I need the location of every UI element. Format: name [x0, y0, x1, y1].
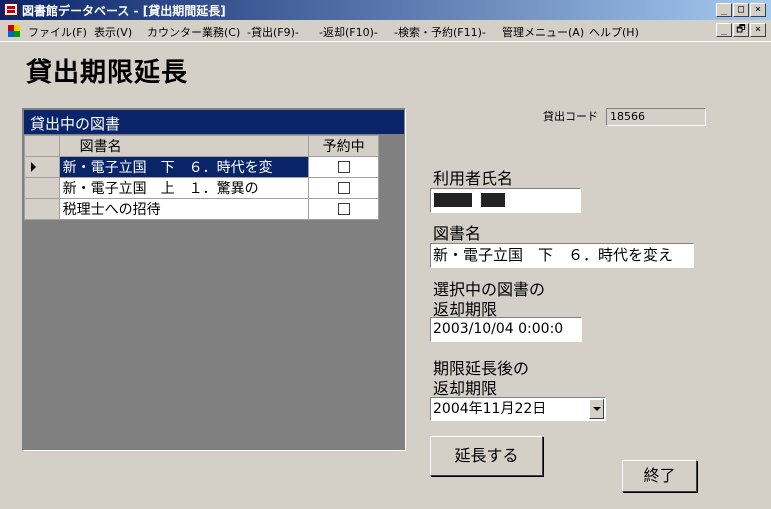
- dropdown-arrow-icon[interactable]: [589, 399, 604, 419]
- extend-button[interactable]: 延長する: [430, 436, 543, 476]
- menu-file[interactable]: ファイル(F): [28, 24, 87, 40]
- reserved-checkbox[interactable]: [337, 161, 350, 173]
- book-title-label: 図書名: [433, 224, 482, 243]
- table-row[interactable]: 新・電子立国 下 ６．時代を変: [24, 156, 379, 178]
- loans-header: 貸出中の図書: [24, 110, 404, 134]
- menu-counter[interactable]: カウンター業務(C): [147, 24, 240, 40]
- form-icon: [8, 25, 20, 37]
- minimize-button[interactable]: _: [716, 3, 732, 17]
- loans-grid: 図書名 予約中 新・電子立国 下 ６．時代を変 新・電子立国 上 １．驚異の 税…: [24, 135, 379, 220]
- new-due-date-combo[interactable]: 2004年11月22日: [430, 397, 606, 421]
- menu-help[interactable]: ヘルプ(H): [589, 24, 639, 40]
- row-selector[interactable]: [24, 156, 60, 178]
- table-row[interactable]: 税理士への招待: [24, 198, 379, 220]
- menu-bar: ファイル(F) 表示(V) カウンター業務(C) -貸出(F9)- -返却(F1…: [0, 21, 771, 42]
- loans-header-label: 貸出中の図書: [30, 115, 121, 133]
- app-icon: [4, 3, 18, 16]
- reserved-checkbox[interactable]: [337, 203, 350, 215]
- page-title: 貸出期限延長: [26, 58, 189, 88]
- row-selector[interactable]: [24, 177, 60, 199]
- menu-admin[interactable]: 管理メニュー(A): [502, 24, 584, 40]
- menu-lend[interactable]: -貸出(F9)-: [247, 24, 299, 40]
- window-title: 図書館データベース - [貸出期間延長]: [22, 4, 226, 18]
- close-button[interactable]: 終了: [622, 460, 697, 492]
- menu-view[interactable]: 表示(V): [94, 24, 132, 40]
- grid-corner: [24, 135, 60, 157]
- grid-header-row: 図書名 予約中: [24, 135, 379, 157]
- current-row-icon: [31, 162, 36, 172]
- new-due-date-value: 2004年11月22日: [433, 401, 547, 417]
- menu-return[interactable]: -返却(F10)-: [319, 24, 378, 40]
- redacted-name: [434, 193, 472, 207]
- redacted-name: [481, 193, 505, 207]
- row-selector[interactable]: [24, 198, 60, 220]
- menu-search-reserve[interactable]: -検索・予約(F11)-: [394, 24, 486, 40]
- doc-restore-button[interactable]: 🗗: [733, 23, 749, 37]
- row-title[interactable]: 新・電子立国 上 １．驚異の: [58, 177, 310, 199]
- column-header-title[interactable]: 図書名: [58, 135, 310, 157]
- book-title-field[interactable]: 新・電子立国 下 ６．時代を変え: [430, 243, 694, 268]
- loan-code-label: 貸出コード: [543, 110, 598, 123]
- doc-minimize-button[interactable]: _: [716, 23, 732, 37]
- maximize-button[interactable]: □: [733, 3, 749, 17]
- user-name-label: 利用者氏名: [433, 169, 514, 188]
- title-bar: 図書館データベース - [貸出期間延長] _ □ ×: [0, 0, 771, 20]
- current-due-date-field[interactable]: 2003/10/04 0:00:0: [430, 317, 582, 342]
- close-window-button[interactable]: ×: [750, 3, 766, 17]
- table-row[interactable]: 新・電子立国 上 １．驚異の: [24, 177, 379, 199]
- loan-code-field: 18566: [606, 108, 706, 126]
- user-name-field[interactable]: [430, 188, 581, 213]
- doc-close-button[interactable]: ×: [750, 23, 766, 37]
- row-title[interactable]: 新・電子立国 下 ６．時代を変: [58, 156, 310, 178]
- reserved-checkbox[interactable]: [337, 182, 350, 194]
- column-header-reserved[interactable]: 予約中: [308, 135, 379, 157]
- row-title[interactable]: 税理士への招待: [58, 198, 310, 220]
- new-due-date-label-line2: 返却期限: [433, 379, 498, 398]
